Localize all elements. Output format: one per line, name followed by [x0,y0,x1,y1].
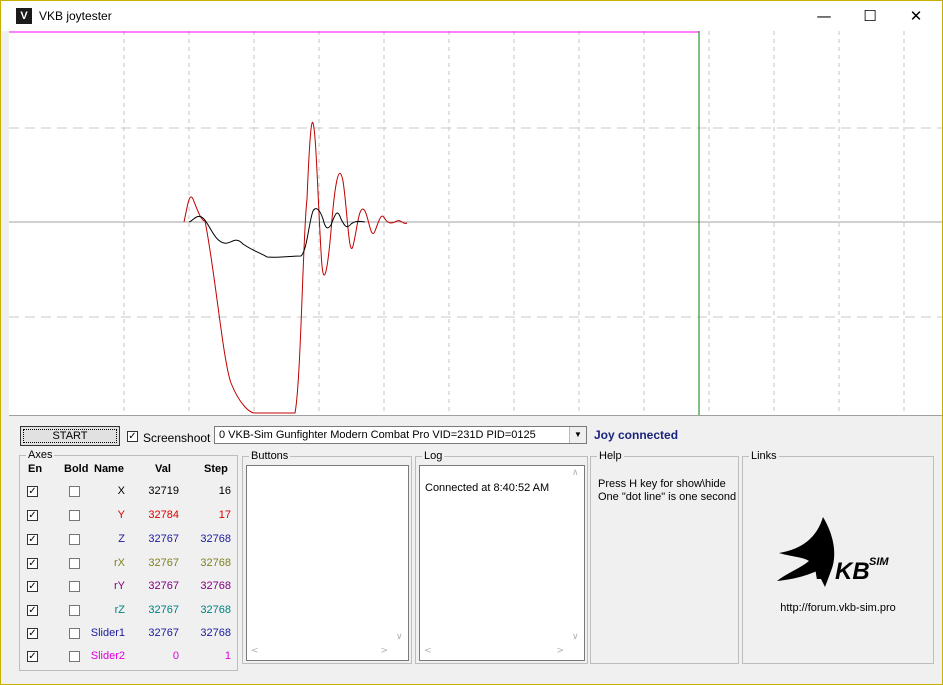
device-select-value: 0 VKB-Sim Gunfighter Modern Combat Pro V… [219,429,536,441]
buttons-group: Buttons ∨ < > [242,450,412,664]
logo-sup-text: SIM [869,556,889,568]
axis-name: rY [114,580,125,592]
scroll-left-icon[interactable]: < [251,646,259,656]
axis-value: 32767 [148,580,179,592]
axis-enable-checkbox[interactable]: ✓ [27,651,38,662]
chevron-down-icon[interactable]: ▼ [569,427,586,443]
links-group-title: Links [749,450,779,462]
log-group-title: Log [422,450,445,462]
log-vertical-scrollbar[interactable]: ∧ ∨ [568,466,584,644]
help-line-1: Press H key for show\hide [598,478,726,490]
buttons-group-title: Buttons [249,450,291,462]
help-text: Press H key for show\hide One "dot line"… [598,478,736,504]
header-name: Name [94,463,124,475]
close-button[interactable]: ✕ [893,1,939,31]
axis-value: 32784 [148,509,179,521]
axis-bold-checkbox[interactable] [69,605,80,616]
minimize-button[interactable]: — [801,1,847,31]
axis-bold-checkbox[interactable] [69,628,80,639]
axis-enable-checkbox[interactable]: ✓ [27,628,38,639]
header-bold: Bold [64,463,89,475]
axis-step: 32768 [200,580,231,592]
axis-enable-checkbox[interactable]: ✓ [27,510,38,521]
axis-enable-checkbox[interactable]: ✓ [27,581,38,592]
y-axis-trace [183,121,408,414]
axis-step: 32768 [200,557,231,569]
axes-group-title: Axes [26,449,55,461]
axis-bold-checkbox[interactable] [69,558,80,569]
axis-enable-checkbox[interactable]: ✓ [27,558,38,569]
log-list[interactable]: Connected at 8:40:52 AM ∧ ∨ < > [419,465,585,661]
forum-link[interactable]: http://forum.vkb-sim.pro [743,602,933,614]
axis-name: rX [114,557,125,569]
scroll-left-icon[interactable]: < [424,646,432,656]
screenshoot-checkbox[interactable]: ✓ [127,431,138,442]
title-bar[interactable]: V VKB joytester — ☐ ✕ [1,1,942,31]
scroll-down-icon[interactable]: ∨ [396,632,403,642]
axis-enable-checkbox[interactable]: ✓ [27,486,38,497]
axis-step: 32768 [200,604,231,616]
axis-bold-checkbox[interactable] [69,581,80,592]
device-select[interactable]: 0 VKB-Sim Gunfighter Modern Combat Pro V… [214,426,587,444]
app-window: V VKB joytester — ☐ ✕ START ✓ Screenshoo… [0,0,943,685]
header-step: Step [204,463,228,475]
axis-name: X [117,485,125,497]
time-grid [123,31,905,415]
axis-value: 32767 [148,604,179,616]
header-en: En [28,463,43,475]
axis-name: rZ [114,604,125,616]
x-axis-trace [188,208,366,258]
start-button[interactable]: START [20,426,120,446]
help-group-title: Help [597,450,624,462]
axis-plot-area [9,31,942,415]
axis-name: Z [118,533,125,545]
axis-bold-checkbox[interactable] [69,534,80,545]
scroll-down-icon[interactable]: ∨ [572,632,579,642]
axis-value: 32767 [148,533,179,545]
axis-name: Slider2 [90,650,125,662]
window-title: VKB joytester [39,9,112,23]
logo-main-text: KB [835,558,870,585]
log-group: Log Connected at 8:40:52 AM ∧ ∨ < > [415,450,588,664]
axis-step: 16 [218,485,231,497]
vkb-sim-logo: V KB SIM [773,517,903,600]
screenshoot-label: Screenshoot [143,431,211,445]
axis-bold-checkbox[interactable] [69,486,80,497]
axis-plot-svg [9,31,942,415]
control-panel: START ✓ Screenshoot 0 VKB-Sim Gunfighter… [9,415,942,681]
axis-value: 0 [172,650,179,662]
axis-name: Y [117,509,125,521]
help-group: Help Press H key for show\hide One "dot … [590,450,739,664]
connection-status: Joy connected [594,428,679,442]
links-group: Links V KB SIM http://forum.vkb-sim.pro [742,450,934,664]
logo-v: V [811,553,834,586]
axis-step: 17 [218,509,231,521]
axis-value: 32719 [148,485,179,497]
axis-name: Slider1 [90,627,125,639]
axis-bold-checkbox[interactable] [69,510,80,521]
scroll-right-icon[interactable]: > [556,646,564,656]
axis-value: 32767 [148,557,179,569]
axis-step: 32768 [200,533,231,545]
axis-step: 32768 [200,627,231,639]
axis-value: 32767 [148,627,179,639]
header-val: Val [155,463,171,475]
buttons-vertical-scrollbar[interactable]: ∨ [392,466,408,644]
buttons-list[interactable]: ∨ < > [246,465,409,661]
buttons-horizontal-scrollbar[interactable]: < > [247,644,392,660]
log-entry: Connected at 8:40:52 AM [425,482,550,494]
help-line-2: One "dot line" is one second [598,491,737,503]
axis-bold-checkbox[interactable] [69,651,80,662]
maximize-button[interactable]: ☐ [847,1,893,31]
scroll-up-icon[interactable]: ∧ [572,468,579,478]
axis-enable-checkbox[interactable]: ✓ [27,534,38,545]
axis-enable-checkbox[interactable]: ✓ [27,605,38,616]
eagle-logo-icon: V KB SIM [777,517,889,587]
app-logo-icon: V [16,8,32,24]
scroll-right-icon[interactable]: > [380,646,388,656]
log-horizontal-scrollbar[interactable]: < > [420,644,568,660]
axis-step: 1 [224,650,231,662]
